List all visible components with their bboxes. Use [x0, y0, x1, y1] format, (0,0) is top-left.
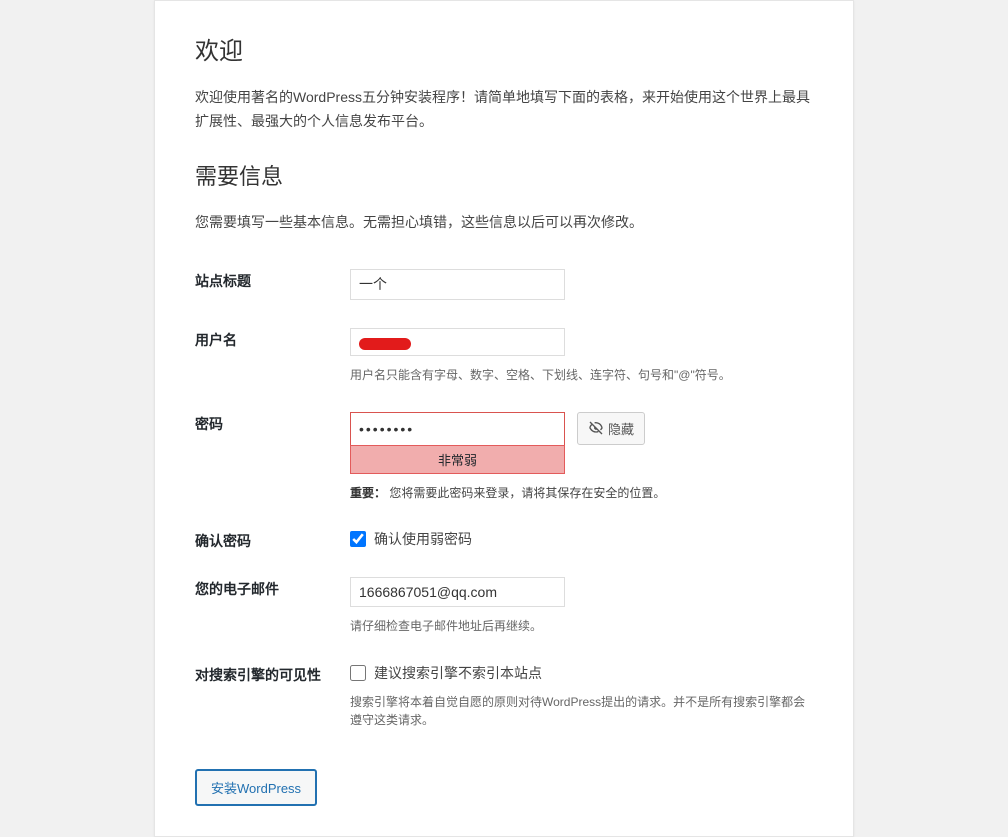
- install-wordpress-button[interactable]: 安装WordPress: [195, 769, 317, 806]
- password-label: 密码: [195, 402, 350, 519]
- site-title-label: 站点标题: [195, 259, 350, 317]
- search-visibility-checkbox-label: 建议搜索引擎不索引本站点: [374, 663, 542, 683]
- form-table: 站点标题 用户名 用户名只能含有字母、数字、空格、下划线、连字符、句号和"@"符…: [195, 259, 813, 747]
- email-hint: 请仔细检查电子邮件地址后再继续。: [350, 617, 813, 635]
- confirm-weak-label: 确认使用弱密码: [374, 529, 472, 549]
- eye-slash-icon: [588, 420, 604, 436]
- confirm-weak-checkbox[interactable]: [350, 531, 366, 547]
- intro-text: 欢迎使用著名的WordPress五分钟安装程序！请简单地填写下面的表格，来开始使…: [195, 86, 813, 134]
- email-input[interactable]: [350, 577, 565, 607]
- search-visibility-wrap[interactable]: 建议搜索引擎不索引本站点: [350, 663, 813, 683]
- important-label: 重要：: [350, 486, 386, 500]
- confirm-weak-wrap[interactable]: 确认使用弱密码: [350, 529, 813, 549]
- username-label: 用户名: [195, 318, 350, 402]
- info-text: 您需要填写一些基本信息。无需担心填错，这些信息以后可以再次修改。: [195, 211, 813, 235]
- install-form-container: 欢迎 欢迎使用著名的WordPress五分钟安装程序！请简单地填写下面的表格，来…: [154, 0, 854, 837]
- hide-password-button[interactable]: 隐藏: [577, 412, 645, 445]
- redacted-username: [359, 338, 411, 350]
- password-input[interactable]: [350, 412, 565, 446]
- needed-info-heading: 需要信息: [195, 159, 813, 191]
- search-visibility-label: 对搜索引擎的可见性: [195, 653, 350, 747]
- search-visibility-checkbox[interactable]: [350, 665, 366, 681]
- hide-button-label: 隐藏: [608, 419, 634, 438]
- search-visibility-note: 搜索引擎将本着自觉自愿的原则对待WordPress提出的请求。并不是所有搜索引擎…: [350, 693, 813, 729]
- username-input[interactable]: [350, 328, 565, 356]
- password-strength-meter: 非常弱: [350, 445, 565, 474]
- username-hint: 用户名只能含有字母、数字、空格、下划线、连字符、句号和"@"符号。: [350, 366, 813, 384]
- email-label: 您的电子邮件: [195, 567, 350, 653]
- site-title-input[interactable]: [350, 269, 565, 299]
- password-important-note: 重要： 您将需要此密码来登录，请将其保存在安全的位置。: [350, 484, 813, 501]
- important-text: 您将需要此密码来登录，请将其保存在安全的位置。: [389, 486, 665, 500]
- confirm-password-label: 确认密码: [195, 519, 350, 567]
- welcome-heading: 欢迎: [195, 31, 813, 66]
